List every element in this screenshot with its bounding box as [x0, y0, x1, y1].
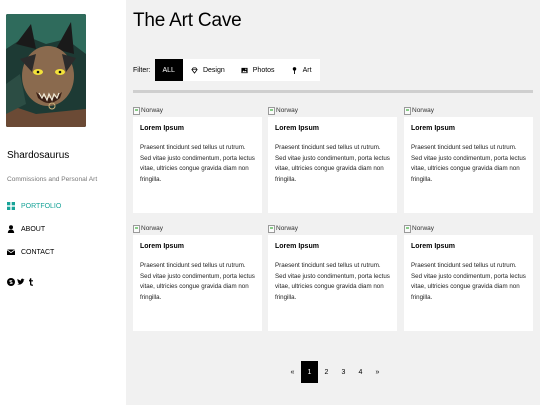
diamond-icon	[191, 66, 198, 74]
card-body: Lorem Ipsum Praesent tincidunt sed tellu…	[268, 235, 397, 331]
card-image: Norway	[404, 104, 533, 117]
card-title: Lorem Ipsum	[411, 243, 455, 250]
pagination: « 1 2 3 4 »	[284, 361, 386, 383]
card-title: Lorem Ipsum	[411, 125, 455, 132]
pagination-page-1[interactable]: 1	[301, 361, 318, 383]
portfolio-card[interactable]: Norway Lorem Ipsum Praesent tincidunt se…	[133, 222, 262, 331]
filter-bar: Filter: ALL Design Photos Art	[133, 59, 320, 81]
filter-art-button[interactable]: Art	[282, 59, 320, 81]
card-image-alt: Norway	[412, 225, 435, 232]
card-image-alt: Norway	[276, 225, 299, 232]
card-image: Norway	[268, 104, 397, 117]
card-title: Lorem Ipsum	[140, 125, 184, 132]
page-title: The Art Cave	[133, 10, 242, 31]
broken-image-icon	[268, 224, 275, 233]
card-image-alt: Norway	[141, 107, 164, 114]
card-text: Praesent tincidunt sed tellus ut rutrum.…	[275, 144, 390, 183]
avatar	[6, 14, 86, 127]
pagination-next[interactable]: »	[369, 361, 386, 383]
tumblr-icon[interactable]	[27, 278, 35, 288]
broken-image-icon	[404, 224, 411, 233]
pagination-prev[interactable]: «	[284, 361, 301, 383]
card-image: Norway	[133, 104, 262, 117]
nav-item-about[interactable]: ABOUT	[7, 225, 45, 233]
card-image: Norway	[404, 222, 533, 235]
card-text: Praesent tincidunt sed tellus ut rutrum.…	[140, 144, 255, 183]
card-title: Lorem Ipsum	[275, 243, 319, 250]
portfolio-card[interactable]: Norway Lorem Ipsum Praesent tincidunt se…	[268, 222, 397, 331]
portfolio-card[interactable]: Norway Lorem Ipsum Praesent tincidunt se…	[268, 104, 397, 213]
nav-item-portfolio[interactable]: PORTFOLIO	[7, 202, 61, 210]
portfolio-card[interactable]: Norway Lorem Ipsum Praesent tincidunt se…	[404, 104, 533, 213]
broken-image-icon	[268, 106, 275, 115]
filter-button-label: ALL	[162, 66, 175, 74]
nav-item-label: PORTFOLIO	[21, 202, 62, 210]
divider	[133, 90, 533, 93]
filter-button-label: Photos	[252, 66, 275, 74]
pagination-page-3[interactable]: 3	[335, 361, 352, 383]
brand-tagline: Commissions and Personal Art	[7, 176, 98, 183]
filter-all-button[interactable]: ALL	[154, 59, 183, 81]
card-image-alt: Norway	[141, 225, 164, 232]
card-text: Praesent tincidunt sed tellus ut rutrum.…	[411, 262, 526, 301]
card-text: Praesent tincidunt sed tellus ut rutrum.…	[140, 262, 255, 301]
card-text: Praesent tincidunt sed tellus ut rutrum.…	[411, 144, 526, 183]
user-icon	[7, 225, 15, 233]
portfolio-card[interactable]: Norway Lorem Ipsum Praesent tincidunt se…	[133, 104, 262, 213]
pagination-page-2[interactable]: 2	[318, 361, 335, 383]
filter-button-label: Art	[302, 66, 312, 74]
card-body: Lorem Ipsum Praesent tincidunt sed tellu…	[404, 117, 533, 213]
filter-button-label: Design	[202, 66, 225, 74]
twitter-icon[interactable]	[17, 278, 25, 288]
brand-name: Shardosaurus	[7, 150, 70, 161]
envelope-icon	[6, 248, 16, 256]
nav-item-contact[interactable]: CONTACT	[6, 248, 55, 256]
sidebar: Shardosaurus Commissions and Personal Ar…	[0, 0, 126, 405]
filter-photos-button[interactable]: Photos	[232, 59, 283, 81]
card-body: Lorem Ipsum Praesent tincidunt sed tellu…	[268, 117, 397, 213]
avatar-artwork	[6, 14, 86, 127]
nav-item-label: CONTACT	[21, 248, 55, 256]
filter-label: Filter:	[133, 66, 151, 74]
deviantart-icon[interactable]	[7, 278, 15, 288]
broken-image-icon	[133, 106, 140, 115]
broken-image-icon	[404, 106, 411, 115]
card-image-alt: Norway	[412, 107, 435, 114]
portfolio-card[interactable]: Norway Lorem Ipsum Praesent tincidunt se…	[404, 222, 533, 331]
card-text: Praesent tincidunt sed tellus ut rutrum.…	[275, 262, 390, 301]
card-image: Norway	[133, 222, 262, 235]
map-pin-icon	[292, 66, 296, 74]
grid-icon	[7, 202, 15, 210]
card-title: Lorem Ipsum	[140, 243, 184, 250]
card-body: Lorem Ipsum Praesent tincidunt sed tellu…	[133, 235, 262, 331]
main-content: The Art Cave Filter: ALL Design Photos A…	[126, 0, 540, 405]
card-body: Lorem Ipsum Praesent tincidunt sed tellu…	[133, 117, 262, 213]
card-image: Norway	[268, 222, 397, 235]
pagination-page-4[interactable]: 4	[352, 361, 369, 383]
card-body: Lorem Ipsum Praesent tincidunt sed tellu…	[404, 235, 533, 331]
card-image-alt: Norway	[276, 107, 299, 114]
card-title: Lorem Ipsum	[275, 125, 319, 132]
broken-image-icon	[133, 224, 140, 233]
social-links	[7, 278, 35, 288]
photo-icon	[241, 67, 248, 73]
filter-design-button[interactable]: Design	[182, 59, 233, 81]
nav-item-label: ABOUT	[21, 225, 46, 233]
